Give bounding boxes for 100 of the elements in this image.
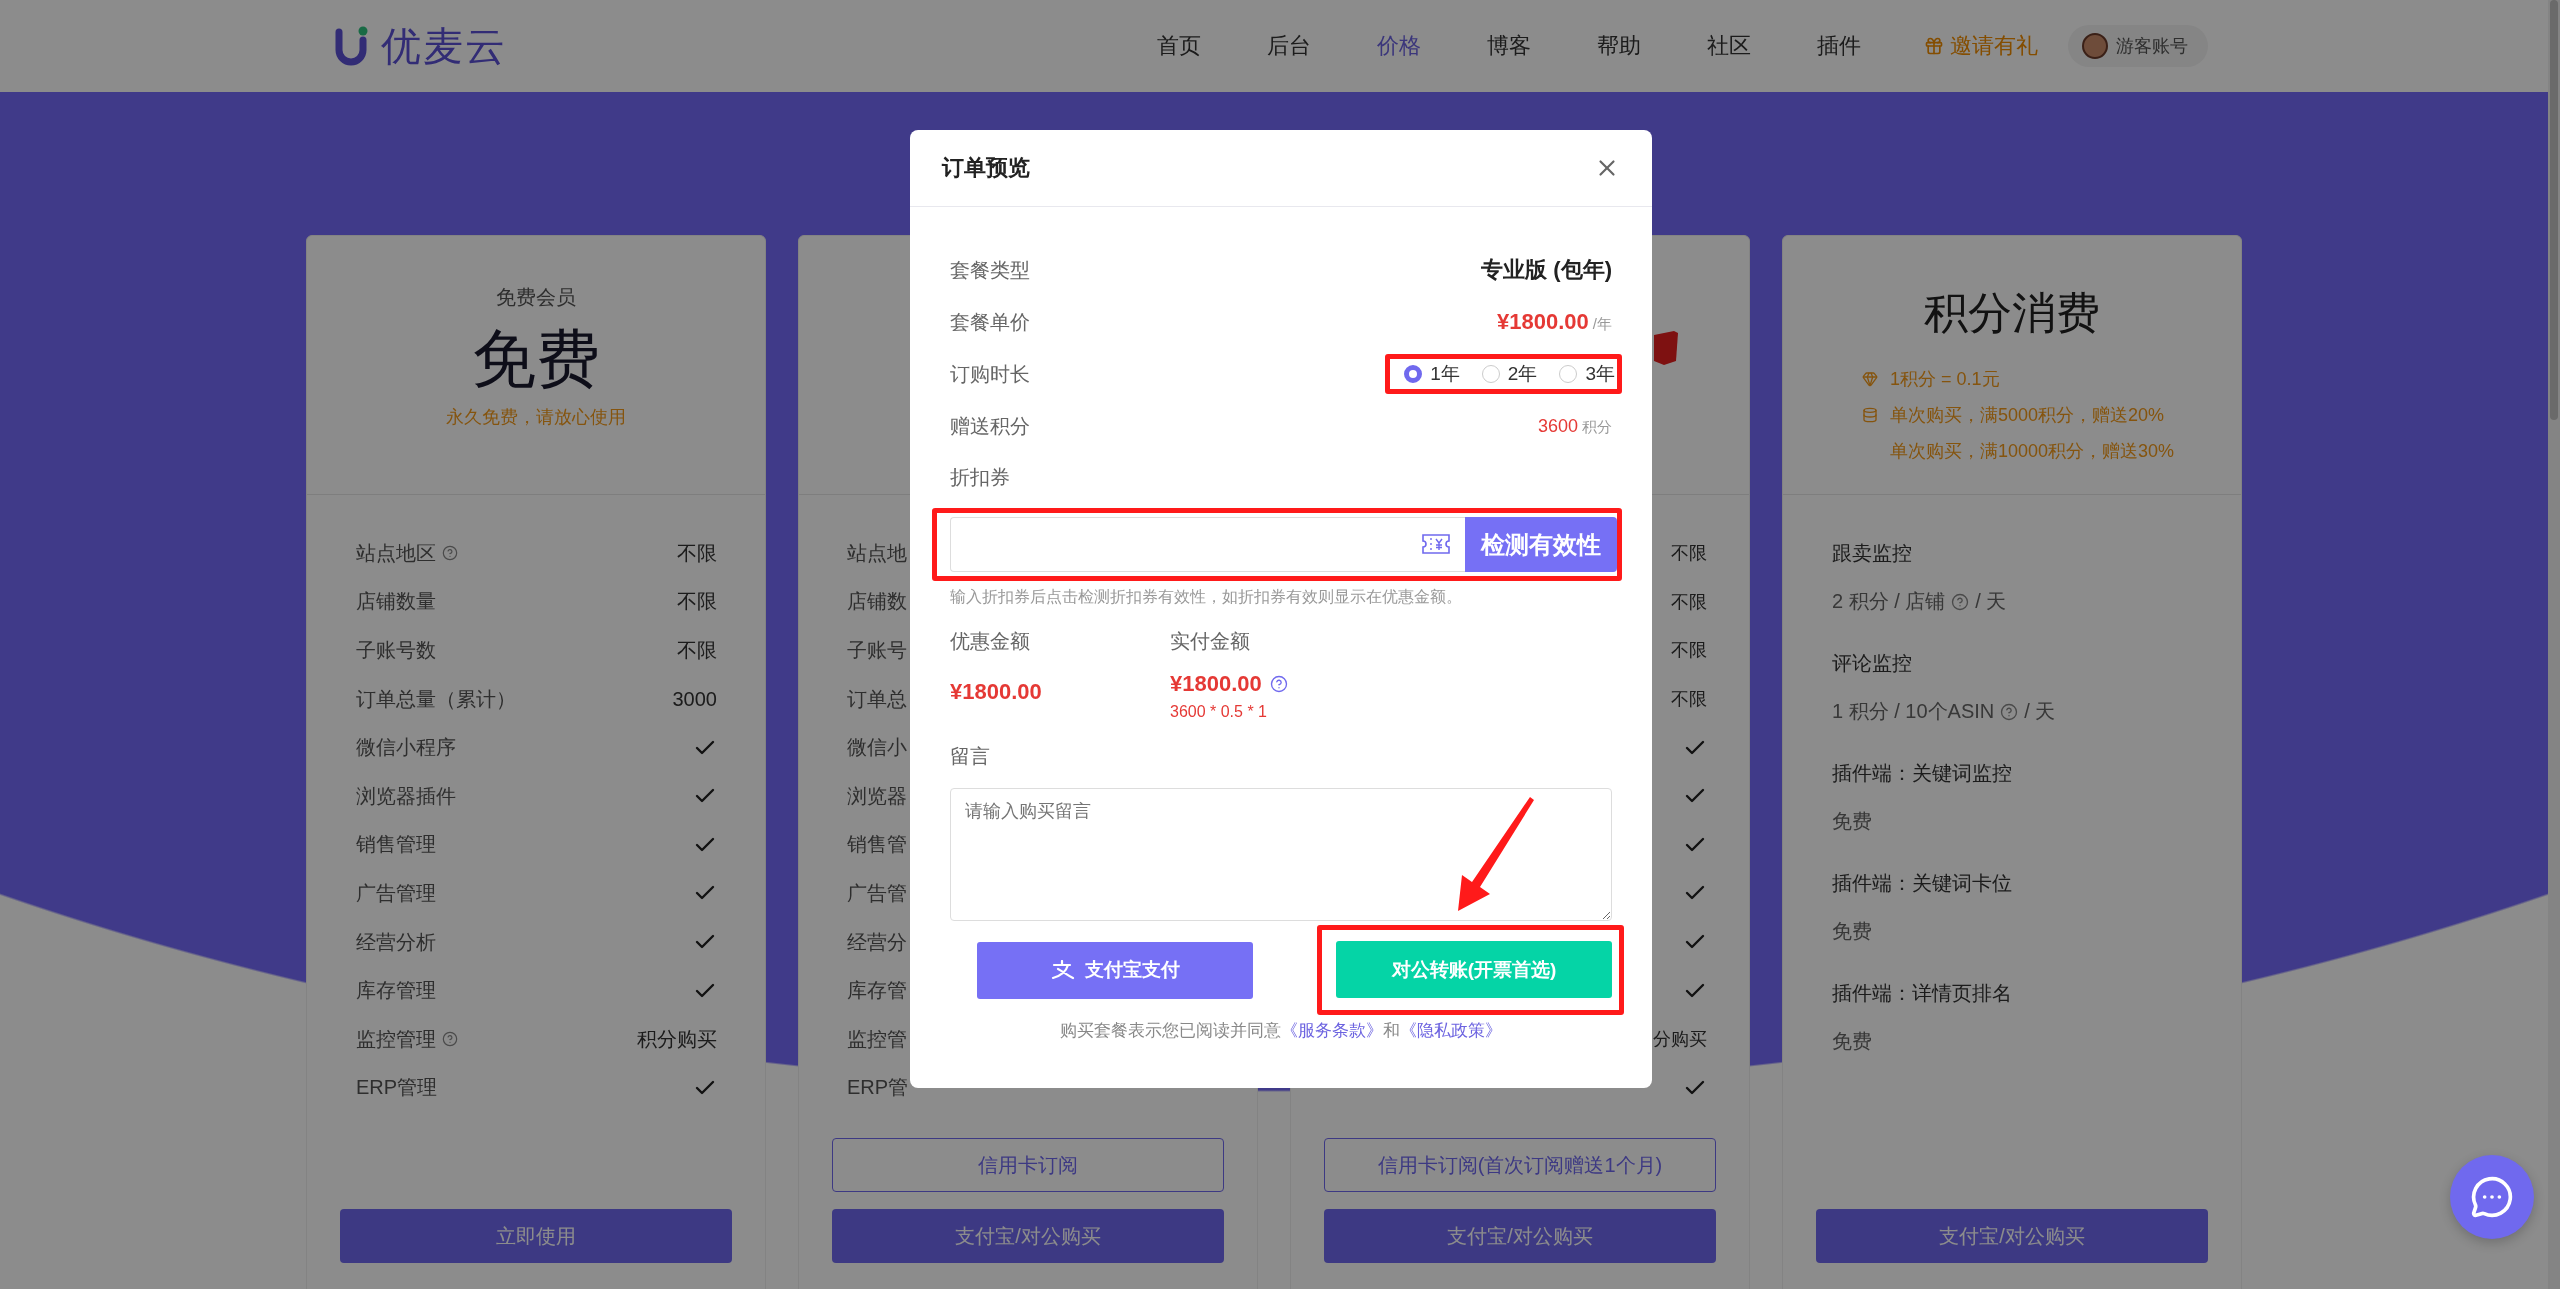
feature-label: 销售管理 <box>356 832 436 858</box>
coupon-field[interactable] <box>950 517 1465 572</box>
gem-icon <box>1862 371 1878 387</box>
dialog-title: 订单预览 <box>942 154 1030 182</box>
terms-text: 购买套餐表示您已阅读并同意《服务条款》和《隐私政策》 <box>1059 1020 1503 1042</box>
feature-label: 子账号 <box>847 638 907 663</box>
coupon-icon <box>1421 533 1451 555</box>
field-label: 订购时长 <box>950 361 1030 387</box>
feature-value: 积分购买 <box>637 1026 717 1052</box>
plan-button[interactable]: 立即使用 <box>340 1209 732 1263</box>
feature-value: 不限 <box>677 638 717 663</box>
nav-link[interactable]: 博客 <box>1454 31 1564 61</box>
nav-link[interactable]: 后台 <box>1234 31 1344 61</box>
help-icon[interactable] <box>1951 593 1970 611</box>
bonus-points: 3600 <box>1537 415 1578 437</box>
service-name: 评论监控 <box>1832 651 1913 676</box>
plan-type-value: 专业版 (包年) <box>1481 256 1612 284</box>
field-label: 套餐单价 <box>950 309 1030 335</box>
feature-value: 分购买 <box>1653 1028 1707 1052</box>
service-unit: / 天 <box>2024 699 2056 724</box>
help-icon[interactable] <box>442 545 458 562</box>
feature-label: 微信小程序 <box>356 735 456 761</box>
duration-radio[interactable]: 3年 <box>1559 361 1615 387</box>
service-name: 插件端：关键词监控 <box>1832 761 2013 786</box>
feature-label: 子账号数 <box>356 638 436 663</box>
coin-stack-icon <box>1862 407 1878 423</box>
message-field[interactable]: 请输入购买留言 <box>950 788 1612 921</box>
perk-text: 1积分 = 0.1元 <box>1890 368 2000 391</box>
price-unit: /年 <box>1592 315 1612 334</box>
terms-link[interactable]: 《服务条款》 <box>1281 1021 1383 1040</box>
feature-label: 库存管 <box>847 978 907 1004</box>
feature-label: 浏览器 <box>847 783 907 809</box>
feature-label: 经营分析 <box>356 929 436 955</box>
feature-label: 监控管理 <box>356 1026 436 1052</box>
plan-button[interactable]: 信用卡订阅 <box>832 1138 1224 1192</box>
feature-value: 不限 <box>1671 639 1707 663</box>
nav-link[interactable]: 插件 <box>1784 31 1894 61</box>
feature-value: 3000 <box>672 687 717 711</box>
scrollbar[interactable] <box>2548 0 2560 1289</box>
field-label: 折扣券 <box>950 464 1010 490</box>
service-name: 插件端：详情页排名 <box>1832 981 2013 1006</box>
nav-link[interactable]: 社区 <box>1674 31 1784 61</box>
privacy-link[interactable]: 《隐私政策》 <box>1400 1021 1502 1040</box>
points-unit: 积分 <box>1582 417 1612 437</box>
feature-label: 经营分 <box>847 929 907 955</box>
feature-label: 广告管 <box>847 880 907 906</box>
amount-value: ¥1800.00 <box>1170 671 1262 697</box>
service-price: 1 积分 / 10个ASIN <box>1832 699 1995 724</box>
plan-button[interactable]: 支付宝/对公购买 <box>832 1209 1224 1263</box>
feature-label: ERP管理 <box>356 1075 438 1101</box>
points-title: 积分消费 <box>1924 287 2100 339</box>
alipay-button[interactable]: 支付宝支付 <box>977 941 1253 999</box>
field-label: 套餐类型 <box>950 257 1030 283</box>
service-price: 免费 <box>1832 919 1872 944</box>
nav-link[interactable]: 帮助 <box>1564 31 1674 61</box>
help-icon[interactable] <box>1269 675 1288 693</box>
unit-price: ¥1800.00 <box>1497 309 1589 335</box>
perk-text: 单次购买，满10000积分，赠送30% <box>1890 440 2175 463</box>
plan-button[interactable]: 支付宝/对公购买 <box>1816 1209 2208 1263</box>
feature-value: 不限 <box>1671 590 1707 614</box>
duration-radio[interactable]: 1年 <box>1404 361 1460 387</box>
chat-icon <box>2470 1175 2514 1219</box>
service-price: 免费 <box>1832 809 1872 834</box>
feature-label: 店铺数量 <box>356 589 436 615</box>
nav-link[interactable]: 首页 <box>1124 31 1234 61</box>
field-label: 赠送积分 <box>950 413 1030 439</box>
feature-value: 不限 <box>677 589 717 615</box>
invite-link[interactable]: 邀请有礼 <box>1924 31 2038 61</box>
nav-link[interactable]: 价格 <box>1344 31 1454 61</box>
feature-value: 不限 <box>1671 688 1707 712</box>
plan-title: 免费会员 <box>496 285 576 310</box>
duration-radio[interactable]: 2年 <box>1481 361 1538 387</box>
perk-text: 单次购买，满5000积分，赠送20% <box>1890 404 2165 427</box>
logo-text: 优麦云 <box>381 22 507 70</box>
amount-value: ¥1800.00 <box>950 679 1042 705</box>
help-icon[interactable] <box>442 1031 458 1048</box>
amount-formula: 3600 * 0.5 * 1 <box>1170 703 1268 721</box>
amount-label: 实付金额 <box>1170 629 1251 654</box>
service-name: 插件端：关键词卡位 <box>1832 871 2013 896</box>
gift-icon <box>1924 36 1944 56</box>
service-name: 跟卖监控 <box>1832 541 1913 566</box>
feature-label: 站点地 <box>847 540 907 566</box>
plan-button[interactable]: 信用卡订阅(首次订阅赠送1个月) <box>1324 1138 1716 1192</box>
feature-label: 监控管 <box>847 1026 907 1052</box>
coupon-hint: 输入折扣券后点击检测折扣券有效性，如折扣券有效则显示在优惠金额。 <box>950 587 1463 607</box>
feature-value: 不限 <box>1671 542 1707 566</box>
help-icon[interactable] <box>2000 703 2019 721</box>
feature-label: 浏览器插件 <box>356 783 456 809</box>
service-unit: / 天 <box>1975 589 2007 614</box>
plan-button[interactable]: 支付宝/对公购买 <box>1324 1209 1716 1263</box>
feature-label: 微信小 <box>847 735 907 761</box>
feature-label: ERP管 <box>847 1075 909 1101</box>
plan-price: 免费 <box>472 322 600 397</box>
account-button[interactable]: 游客账号 <box>2068 25 2208 67</box>
field-label: 留言 <box>950 744 991 769</box>
validate-button[interactable]: 检测有效性 <box>1465 517 1617 572</box>
service-price: 2 积分 / 店铺 <box>1832 589 1946 614</box>
avatar-icon <box>2082 33 2108 59</box>
feature-label: 广告管理 <box>356 880 436 906</box>
amount-label: 优惠金额 <box>950 629 1031 654</box>
